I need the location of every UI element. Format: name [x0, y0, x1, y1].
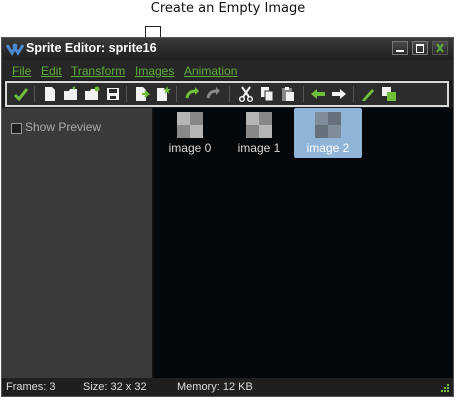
create-empty-image-icon[interactable]: [155, 86, 171, 102]
app-logo-icon: [6, 43, 24, 56]
menu-file[interactable]: File: [12, 64, 31, 78]
pencil-edit-icon[interactable]: [360, 86, 376, 102]
confirm-check-icon[interactable]: [13, 86, 29, 102]
toolbar-separator: [303, 86, 304, 102]
status-bar: Frames: 3 Size: 32 x 32 Memory: 12 KB: [2, 378, 453, 396]
left-panel: Show Preview: [2, 108, 152, 378]
image-preview-icon: [177, 112, 203, 138]
paste-icon[interactable]: [280, 86, 296, 102]
add-image-icon[interactable]: [134, 86, 150, 102]
maximize-button[interactable]: [412, 41, 428, 55]
menu-images[interactable]: Images: [135, 64, 174, 78]
image-preview-icon: [315, 112, 341, 138]
image-label: image 0: [168, 141, 212, 155]
menu-animation[interactable]: Animation: [184, 64, 237, 78]
save-icon[interactable]: [105, 86, 121, 102]
toolbar-separator: [34, 86, 35, 102]
toolbar-separator: [353, 86, 354, 102]
close-button[interactable]: [432, 41, 448, 55]
frames-count: Frames: 3: [6, 381, 56, 393]
image-preview-icon: [246, 112, 272, 138]
overlay-icon[interactable]: [381, 86, 397, 102]
minimize-icon: [396, 50, 404, 52]
open-new-icon[interactable]: [84, 86, 100, 102]
menu-edit[interactable]: Edit: [41, 64, 62, 78]
undo-icon[interactable]: [184, 86, 200, 102]
image-label: image 1: [237, 141, 281, 155]
resize-grip-icon[interactable]: [440, 383, 450, 393]
redo-icon[interactable]: [205, 86, 221, 102]
image-list-area: image 0 image 1 image 2: [154, 108, 453, 378]
arrow-right-icon[interactable]: [331, 86, 347, 102]
toolbar-separator: [126, 86, 127, 102]
image-size: Size: 32 x 32: [83, 381, 147, 393]
image-thumbnail-selected[interactable]: image 2: [294, 108, 362, 158]
image-thumbnail[interactable]: image 1: [225, 108, 293, 158]
image-label: image 2: [306, 141, 350, 155]
cut-icon[interactable]: [238, 86, 254, 102]
menu-bar: File Edit Transform Images Animation: [2, 60, 453, 80]
sprite-editor-window: Sprite Editor: sprite16 File Edit Transf…: [1, 37, 454, 397]
image-thumbnail[interactable]: image 0: [156, 108, 224, 158]
open-folder-icon[interactable]: [63, 86, 79, 102]
minimize-button[interactable]: [392, 41, 408, 55]
title-bar[interactable]: Sprite Editor: sprite16: [2, 38, 453, 60]
menu-transform[interactable]: Transform: [71, 64, 125, 78]
callout-label: Create an Empty Image: [150, 1, 306, 16]
copy-icon[interactable]: [259, 86, 275, 102]
window-title: Sprite Editor: sprite16: [26, 41, 157, 55]
callout-bracket-top: [145, 26, 161, 27]
show-preview-checkbox[interactable]: [11, 123, 22, 134]
close-icon: [436, 43, 444, 53]
new-document-icon[interactable]: [42, 86, 58, 102]
toolbar: [5, 81, 449, 107]
maximize-icon: [416, 44, 424, 53]
memory-usage: Memory: 12 KB: [177, 381, 253, 393]
show-preview-label[interactable]: Show Preview: [25, 120, 101, 134]
toolbar-separator: [229, 86, 230, 102]
toolbar-separator: [176, 86, 177, 102]
arrow-left-icon[interactable]: [310, 86, 326, 102]
